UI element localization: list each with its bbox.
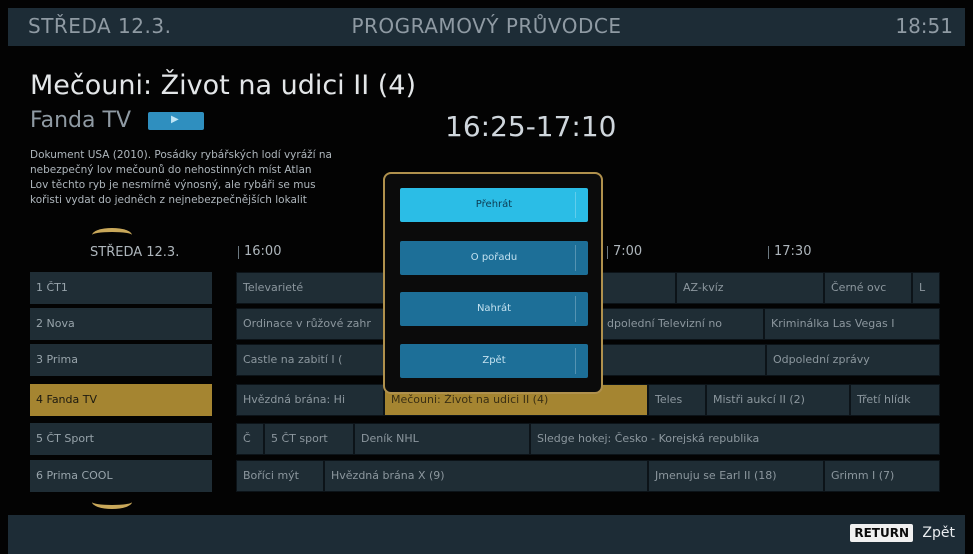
timeline-time: 16:00: [237, 244, 282, 259]
epg-cell[interactable]: Boříci mýt: [236, 460, 324, 492]
epg-cell[interactable]: Hvězdná brána X (9): [324, 460, 648, 492]
epg-cell[interactable]: Sledge hokej: Česko - Korejská republika: [530, 423, 940, 455]
epg-cell[interactable]: Č: [236, 423, 264, 455]
timeline-time: 17:30: [767, 244, 812, 259]
channel-item[interactable]: 2 Nova: [30, 308, 212, 340]
timeline-day: STŘEDA 12.3.: [90, 245, 180, 260]
epg-cell[interactable]: Mistři aukcí II (2): [706, 384, 850, 416]
epg-cell[interactable]: Hvězdná brána: Hi: [236, 384, 384, 416]
return-key-icon[interactable]: RETURN: [850, 524, 913, 542]
description-line: Dokument USA (2010). Posádky rybářských …: [30, 149, 332, 161]
epg-cell[interactable]: Kriminálka Las Vegas I: [764, 308, 940, 340]
clock: 18:51: [895, 14, 953, 38]
scroll-down-arrow-icon[interactable]: [92, 495, 132, 509]
epg-cell[interactable]: 5 ČT sport: [264, 423, 354, 455]
epg-cell[interactable]: Teles: [648, 384, 706, 416]
timeline-time: 7:00: [606, 244, 643, 259]
footer-bar: RETURN Zpět: [8, 515, 965, 554]
epg-screen: STŘEDA 12.3. PROGRAMOVÝ PRŮVODCE 18:51 M…: [0, 0, 973, 554]
channel-item[interactable]: 5 ČT Sport: [30, 423, 212, 455]
page-title: PROGRAMOVÝ PRŮVODCE: [351, 14, 622, 38]
epg-cell[interactable]: Jmenuju se Earl II (18): [648, 460, 824, 492]
header-bar: STŘEDA 12.3. PROGRAMOVÝ PRŮVODCE 18:51: [8, 8, 965, 46]
channel-item[interactable]: 3 Prima: [30, 344, 212, 376]
channel-badge: ▶: [148, 112, 204, 130]
epg-cell[interactable]: L: [912, 272, 940, 304]
back-button[interactable]: Zpět: [400, 344, 588, 378]
epg-cell[interactable]: Deník NHL: [354, 423, 530, 455]
channel-item[interactable]: 1 ČT1: [30, 272, 212, 304]
epg-cell[interactable]: Černé ovc: [824, 272, 912, 304]
program-title: Mečouni: Život na udici II (4): [30, 70, 417, 101]
scroll-up-arrow-icon[interactable]: [92, 228, 132, 242]
epg-cell[interactable]: Odpolední zprávy: [766, 344, 940, 376]
action-dialog: Přehrát O pořadu Nahrát Zpět: [383, 172, 603, 394]
epg-cell[interactable]: dpolední Televizní no: [600, 308, 764, 340]
epg-cell[interactable]: Třetí hlídk: [850, 384, 940, 416]
record-button[interactable]: Nahrát: [400, 292, 588, 326]
epg-cell[interactable]: Grimm I (7): [824, 460, 940, 492]
channel-item[interactable]: 6 Prima COOL: [30, 460, 212, 492]
play-icon: ▶: [171, 114, 179, 125]
program-info-button[interactable]: O pořadu: [400, 241, 588, 275]
epg-cell[interactable]: AZ-kvíz: [676, 272, 824, 304]
play-button[interactable]: Přehrát: [400, 188, 588, 222]
program-time-range: 16:25-17:10: [445, 110, 617, 143]
channel-item-selected[interactable]: 4 Fanda TV: [30, 384, 212, 416]
program-channel: Fanda TV: [30, 108, 131, 133]
return-label: Zpět: [922, 525, 955, 541]
